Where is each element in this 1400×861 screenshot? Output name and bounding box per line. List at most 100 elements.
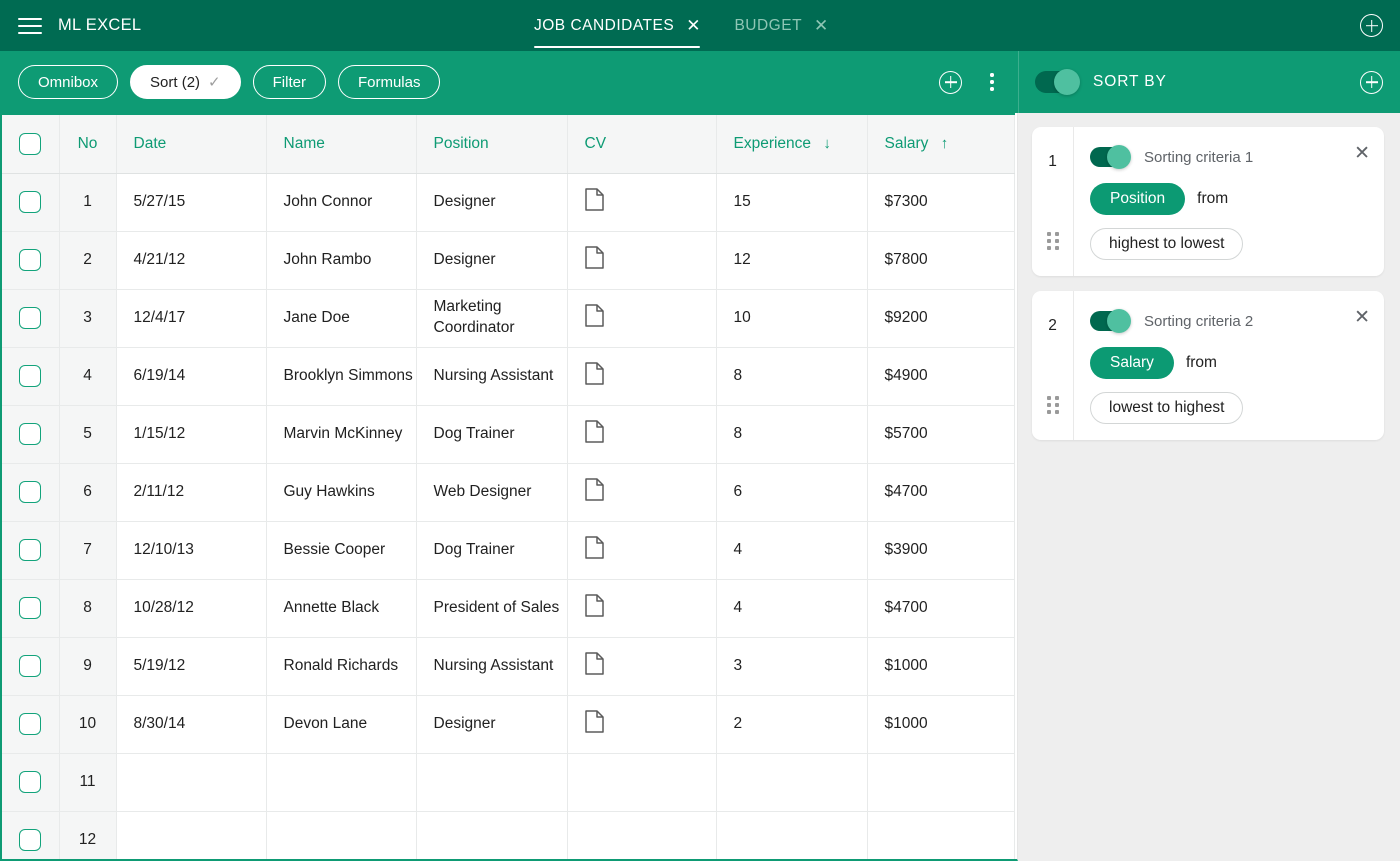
table-row[interactable]: 108/30/14Devon LaneDesigner2$1000	[1, 695, 1014, 753]
cell-position[interactable]: Dog Trainer	[416, 405, 567, 463]
cell-experience[interactable]: 6	[716, 463, 867, 521]
row-checkbox[interactable]	[19, 597, 41, 619]
cell-position[interactable]	[416, 811, 567, 861]
cell-salary[interactable]: $4900	[867, 347, 1014, 405]
row-select-cell[interactable]	[1, 347, 59, 405]
sort-by-toggle[interactable]	[1035, 71, 1079, 93]
row-select-cell[interactable]	[1, 753, 59, 811]
cell-salary[interactable]: $3900	[867, 521, 1014, 579]
cell-salary[interactable]: $7300	[867, 173, 1014, 231]
cell-cv[interactable]	[567, 463, 716, 521]
document-icon[interactable]	[585, 188, 604, 216]
row-select-cell[interactable]	[1, 811, 59, 861]
criteria-enable-toggle[interactable]	[1090, 147, 1130, 167]
cell-cv[interactable]	[567, 579, 716, 637]
cell-no[interactable]: 12	[59, 811, 116, 861]
cell-date[interactable]: 2/11/12	[116, 463, 266, 521]
criteria-order-select[interactable]: highest to lowest	[1090, 228, 1243, 260]
cell-position[interactable]: Designer	[416, 231, 567, 289]
criteria-field-select[interactable]: Position	[1090, 183, 1185, 215]
row-select-cell[interactable]	[1, 231, 59, 289]
select-all-checkbox[interactable]	[19, 133, 41, 155]
drag-handle-icon[interactable]	[1047, 396, 1059, 414]
cell-no[interactable]: 4	[59, 347, 116, 405]
row-checkbox[interactable]	[19, 365, 41, 387]
cell-experience[interactable]: 12	[716, 231, 867, 289]
cell-position[interactable]: Designer	[416, 695, 567, 753]
cell-date[interactable]	[116, 811, 266, 861]
table-row[interactable]: 810/28/12Annette BlackPresident of Sales…	[1, 579, 1014, 637]
cell-date[interactable]: 6/19/14	[116, 347, 266, 405]
close-icon[interactable]: ✕	[686, 17, 700, 34]
cell-date[interactable]: 5/19/12	[116, 637, 266, 695]
column-header-cv[interactable]: CV	[567, 114, 716, 173]
cell-salary[interactable]	[867, 753, 1014, 811]
cell-cv[interactable]	[567, 753, 716, 811]
row-checkbox[interactable]	[19, 655, 41, 677]
cell-salary[interactable]: $7800	[867, 231, 1014, 289]
row-select-cell[interactable]	[1, 463, 59, 521]
cell-name[interactable]: John Connor	[266, 173, 416, 231]
row-checkbox[interactable]	[19, 423, 41, 445]
column-header-position[interactable]: Position	[416, 114, 567, 173]
table-row[interactable]: 11	[1, 753, 1014, 811]
cell-name[interactable]: Annette Black	[266, 579, 416, 637]
cell-no[interactable]: 3	[59, 289, 116, 347]
omnibox-button[interactable]: Omnibox	[18, 65, 118, 99]
row-select-cell[interactable]	[1, 521, 59, 579]
spreadsheet-grid[interactable]: No Date Name Position CV	[0, 113, 1018, 861]
cell-position[interactable]: Dog Trainer	[416, 521, 567, 579]
table-row[interactable]: 312/4/17Jane DoeMarketing Coordinator10$…	[1, 289, 1014, 347]
cell-date[interactable]	[116, 753, 266, 811]
cell-no[interactable]: 2	[59, 231, 116, 289]
cell-cv[interactable]	[567, 811, 716, 861]
cell-experience[interactable]: 8	[716, 347, 867, 405]
cell-no[interactable]: 7	[59, 521, 116, 579]
cell-date[interactable]: 8/30/14	[116, 695, 266, 753]
cell-salary[interactable]: $1000	[867, 695, 1014, 753]
cell-position[interactable]	[416, 753, 567, 811]
table-row[interactable]: 12	[1, 811, 1014, 861]
document-icon[interactable]	[585, 304, 604, 332]
kebab-menu-icon[interactable]	[982, 71, 1002, 93]
document-icon[interactable]	[585, 362, 604, 390]
filter-button[interactable]: Filter	[253, 65, 326, 99]
criteria-order-select[interactable]: lowest to highest	[1090, 392, 1243, 424]
document-icon[interactable]	[585, 594, 604, 622]
cell-name[interactable]: Bessie Cooper	[266, 521, 416, 579]
hamburger-icon[interactable]	[18, 18, 42, 34]
add-criteria-icon[interactable]	[1360, 71, 1383, 94]
cell-position[interactable]: Designer	[416, 173, 567, 231]
column-header-experience[interactable]: Experience ↓	[716, 114, 867, 173]
document-icon[interactable]	[585, 652, 604, 680]
row-checkbox[interactable]	[19, 713, 41, 735]
cell-experience[interactable]: 3	[716, 637, 867, 695]
tab-budget[interactable]: BUDGET ✕	[734, 0, 828, 51]
cell-name[interactable]	[266, 753, 416, 811]
cell-no[interactable]: 8	[59, 579, 116, 637]
cell-salary[interactable]: $4700	[867, 463, 1014, 521]
cell-experience[interactable]: 10	[716, 289, 867, 347]
cell-cv[interactable]	[567, 231, 716, 289]
cell-cv[interactable]	[567, 637, 716, 695]
cell-name[interactable]: Brooklyn Simmons	[266, 347, 416, 405]
cell-no[interactable]: 5	[59, 405, 116, 463]
column-header-name[interactable]: Name	[266, 114, 416, 173]
cell-experience[interactable]: 8	[716, 405, 867, 463]
document-icon[interactable]	[585, 536, 604, 564]
table-row[interactable]: 95/19/12Ronald RichardsNursing Assistant…	[1, 637, 1014, 695]
row-select-cell[interactable]	[1, 173, 59, 231]
criteria-enable-toggle[interactable]	[1090, 311, 1130, 331]
cell-name[interactable]: John Rambo	[266, 231, 416, 289]
cell-cv[interactable]	[567, 521, 716, 579]
row-select-cell[interactable]	[1, 405, 59, 463]
cell-date[interactable]: 10/28/12	[116, 579, 266, 637]
cell-no[interactable]: 6	[59, 463, 116, 521]
row-checkbox[interactable]	[19, 191, 41, 213]
table-row[interactable]: 24/21/12John RamboDesigner12$7800	[1, 231, 1014, 289]
cell-salary[interactable]: $5700	[867, 405, 1014, 463]
row-select-cell[interactable]	[1, 637, 59, 695]
cell-name[interactable]: Jane Doe	[266, 289, 416, 347]
drag-handle-icon[interactable]	[1047, 232, 1059, 250]
cell-experience[interactable]: 2	[716, 695, 867, 753]
